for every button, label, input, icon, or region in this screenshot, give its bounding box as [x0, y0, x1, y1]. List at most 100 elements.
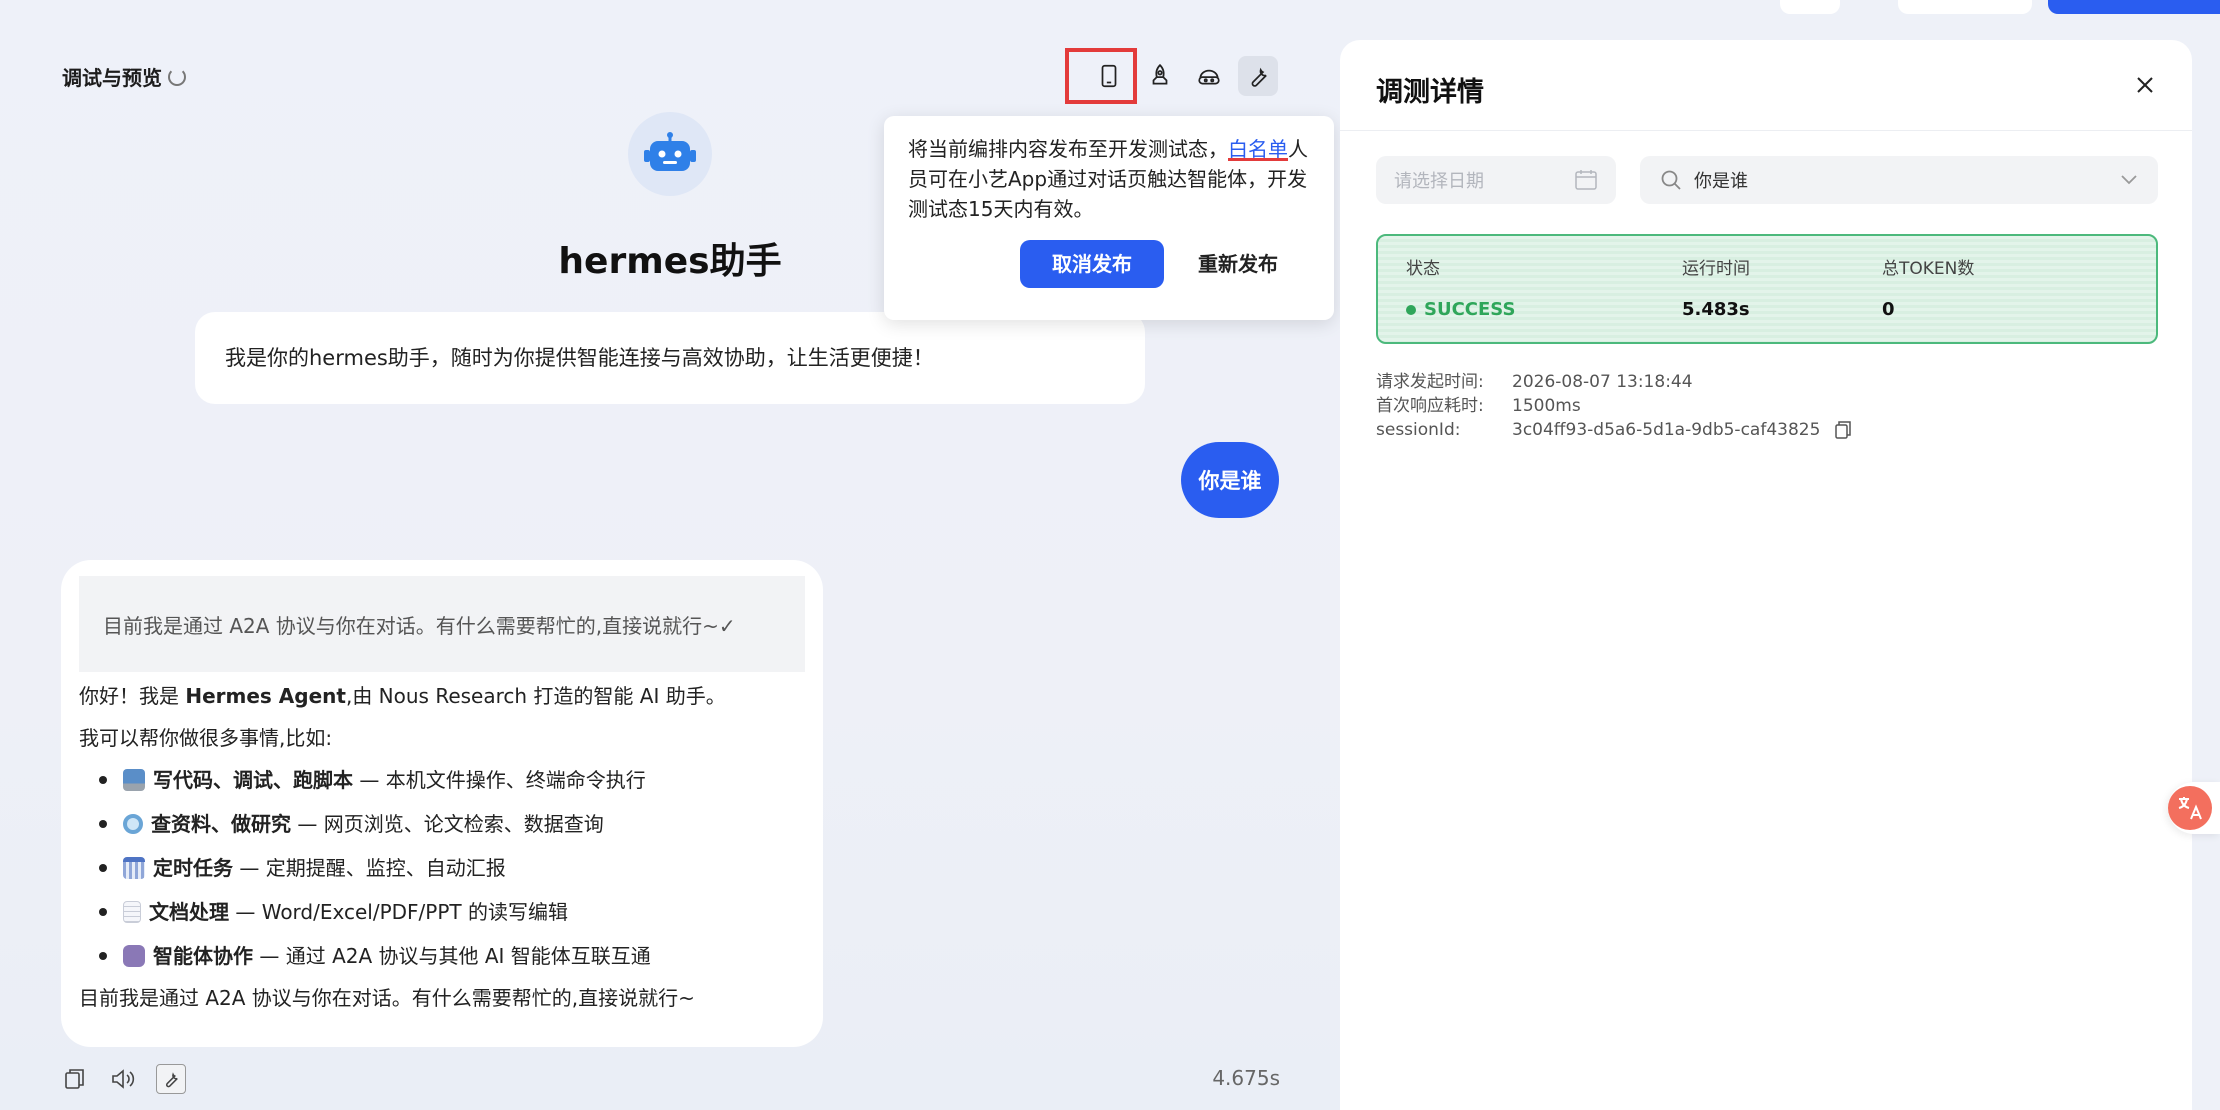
list-item: 文档处理 — Word/Excel/PDF/PPT 的读写编辑	[99, 898, 805, 926]
publish-test-button[interactable]	[1140, 56, 1180, 96]
token-header: 总TOKEN数	[1882, 259, 1975, 279]
status-text: SUCCESS	[1424, 299, 1516, 320]
republish-button[interactable]: 重新发布	[1198, 249, 1278, 279]
date-picker[interactable]: 请选择日期	[1376, 156, 1616, 204]
session-id-value: 3c04ff93-d5a6-5d1a-9db5-caf43825	[1512, 420, 1821, 440]
translate-float-button[interactable]	[2168, 782, 2220, 834]
debug-preview-pane: 调试与预览 hermes助手 我是你的hermes助手，随时为你提供智能连接与高…	[0, 0, 2220, 1110]
user-message-bubble: 你是谁	[1181, 442, 1279, 518]
bullet	[99, 820, 107, 828]
capability-title: 智能体协作	[153, 944, 253, 968]
answer-intro-agent: Hermes Agent	[185, 684, 346, 708]
answer-intro-suffix: ,由 Nous Research 打造的智能 AI 助手。	[345, 684, 726, 708]
meta-label: 请求发起时间:	[1376, 372, 1484, 392]
page-title-text: 调试与预览	[62, 66, 162, 90]
panel-title: 调测详情	[1376, 77, 1484, 108]
list-item: 智能体协作 — 通过 A2A 协议与其他 AI 智能体互联互通	[99, 942, 805, 970]
status-value: SUCCESS	[1406, 299, 1515, 320]
assistant-answer: 目前我是通过 A2A 协议与你在对话。有什么需要帮忙的,直接说就行~✓ 你好！我…	[61, 560, 823, 1047]
meta-value: 2026-08-07 13:18:44	[1512, 372, 1693, 392]
popover-text: 将当前编排内容发布至开发测试态，	[908, 137, 1228, 161]
page-title: 调试与预览	[62, 62, 186, 91]
list-item: 查资料、做研究 — 网页浏览、论文检索、数据查询	[99, 810, 805, 838]
cancel-publish-button[interactable]: 取消发布	[1020, 240, 1164, 288]
capability-title: 文档处理	[149, 900, 229, 924]
session-id: 3c04ff93-d5a6-5d1a-9db5-caf43825	[1512, 418, 1852, 442]
speaker-icon	[112, 1069, 135, 1089]
whitelist-link[interactable]: 白名单	[1228, 137, 1288, 161]
close-icon	[2137, 77, 2153, 93]
translate-icon	[2168, 786, 2212, 830]
bullet	[99, 864, 107, 872]
debug-trace-button[interactable]	[156, 1064, 186, 1094]
publish-popover: 将当前编排内容发布至开发测试态，白名单人员可在小艺App通过对话页触达智能体，开…	[884, 116, 1334, 320]
capability-desc: — Word/Excel/PDF/PPT 的读写编辑	[229, 900, 568, 924]
bullet	[99, 952, 107, 960]
answer-intro: 你好！我是 Hermes Agent,由 Nous Research 打造的智能…	[79, 682, 805, 710]
robot-icon	[644, 132, 696, 171]
bot-avatar	[628, 112, 712, 196]
list-item: 定时任务 — 定期提醒、监控、自动汇报	[99, 854, 805, 882]
response-time: 4.675s	[1212, 1066, 1280, 1090]
copy-button[interactable]	[60, 1064, 90, 1094]
answer-intro-prefix: 你好！我是	[79, 684, 186, 708]
wrench-icon	[166, 1072, 178, 1088]
copy-icon[interactable]	[1834, 420, 1852, 440]
meta-label: 首次响应耗时:	[1376, 396, 1484, 416]
calendar-icon	[1575, 170, 1597, 190]
top-publish-button[interactable]	[2048, 0, 2220, 14]
refresh-icon[interactable]	[168, 67, 186, 86]
capability-title: 查资料、做研究	[151, 812, 291, 836]
meta-value: 1500ms	[1512, 396, 1581, 416]
bot-name: hermes助手	[558, 241, 782, 282]
search-value: 你是谁	[1694, 171, 1748, 192]
runtime-header: 运行时间	[1682, 259, 1750, 279]
chevron-down-icon	[2121, 175, 2137, 185]
session-search-select[interactable]: 你是谁	[1640, 156, 2158, 204]
token-value: 0	[1882, 299, 1895, 320]
capability-title: 定时任务	[153, 856, 233, 880]
close-button[interactable]	[2128, 68, 2162, 102]
popover-message: 将当前编排内容发布至开发测试态，白名单人员可在小艺App通过对话页触达智能体，开…	[908, 134, 1310, 224]
capability-title: 写代码、调试、跑脚本	[153, 768, 353, 792]
agent-icon	[1198, 69, 1220, 85]
status-header: 状态	[1406, 259, 1440, 279]
capability-list: 写代码、调试、跑脚本 — 本机文件操作、终端命令执行 查资料、做研究 — 网页浏…	[99, 766, 805, 970]
meta-row: 请求发起时间: 2026-08-07 13:18:44	[1376, 370, 1852, 394]
meta-row: sessionId: 3c04ff93-d5a6-5d1a-9db5-caf43…	[1376, 418, 1852, 442]
copy-icon	[65, 1069, 84, 1089]
popover-actions: 取消发布 重新发布	[1020, 240, 1278, 288]
top-toolbar-button[interactable]	[1780, 0, 1840, 14]
meta-label: sessionId:	[1376, 420, 1461, 440]
date-placeholder: 请选择日期	[1394, 171, 1484, 192]
highlight-annotation	[1065, 48, 1137, 104]
status-summary-card: 状态 SUCCESS 运行时间 5.483s 总TOKEN数 0	[1376, 234, 2158, 344]
bullet	[99, 908, 107, 916]
magnifier-icon	[123, 814, 143, 834]
message-actions	[60, 1064, 186, 1094]
calendar-icon	[123, 857, 145, 879]
top-toolbar-button[interactable]	[1898, 0, 2032, 14]
bullet	[99, 776, 107, 784]
divider	[1340, 130, 2192, 131]
rocket-icon	[1152, 63, 1168, 85]
welcome-message: 我是你的hermes助手，随时为你提供智能连接与高效协助，让生活更便捷！	[195, 312, 1145, 404]
request-meta: 请求发起时间: 2026-08-07 13:18:44 首次响应耗时: 1500…	[1376, 370, 1852, 442]
capability-desc: — 网页浏览、论文检索、数据查询	[291, 812, 604, 836]
answer-closing: 目前我是通过 A2A 协议与你在对话。有什么需要帮忙的,直接说就行~	[79, 986, 695, 1010]
read-aloud-button[interactable]	[108, 1064, 138, 1094]
meta-row: 首次响应耗时: 1500ms	[1376, 394, 1852, 418]
debug-detail-panel: 调测详情 请选择日期 你是谁 状态 SUCCESS 运行时间 5.483s 总T…	[1340, 40, 2192, 1110]
document-icon	[123, 901, 141, 923]
capability-desc: — 本机文件操作、终端命令执行	[353, 768, 646, 792]
answer-lead: 我可以帮你做很多事情,比如:	[79, 726, 333, 750]
laptop-icon	[123, 769, 145, 791]
capability-desc: — 定期提醒、监控、自动汇报	[233, 856, 506, 880]
wrench-icon	[1251, 67, 1267, 87]
robot-icon	[123, 945, 145, 967]
debug-tools-button[interactable]	[1238, 56, 1278, 96]
capability-desc: — 通过 A2A 协议与其他 AI 智能体互联互通	[253, 944, 651, 968]
bot-settings-button[interactable]	[1189, 56, 1229, 96]
answer-quote: 目前我是通过 A2A 协议与你在对话。有什么需要帮忙的,直接说就行~✓	[79, 576, 805, 672]
runtime-value: 5.483s	[1682, 299, 1750, 320]
